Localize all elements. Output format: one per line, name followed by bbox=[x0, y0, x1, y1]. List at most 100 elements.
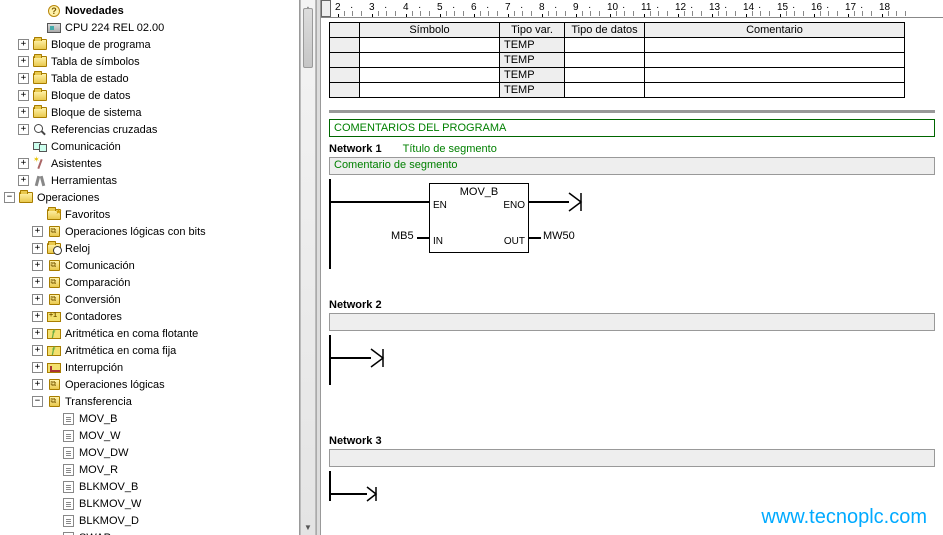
tree-item[interactable]: +Operaciones lógicas con bits bbox=[4, 223, 299, 240]
tree-expander[interactable]: + bbox=[32, 294, 43, 305]
cell-tipo-datos[interactable] bbox=[565, 38, 645, 53]
cell-tipo-var[interactable]: TEMP bbox=[500, 83, 565, 98]
row-header[interactable] bbox=[330, 38, 360, 53]
tree-item[interactable]: SWAP bbox=[4, 529, 299, 535]
tree-expander[interactable]: + bbox=[18, 73, 29, 84]
tree-expander[interactable]: + bbox=[32, 328, 43, 339]
tree-expander[interactable]: − bbox=[4, 192, 15, 203]
tree-expander[interactable]: + bbox=[18, 124, 29, 135]
network-1-ladder[interactable]: MOV_B EN ENO IN OUT MB5 MW50 bbox=[329, 179, 935, 269]
network-2-ladder[interactable] bbox=[329, 335, 935, 385]
table-row[interactable]: TEMP bbox=[330, 68, 905, 83]
tree-item[interactable]: BLKMOV_B bbox=[4, 478, 299, 495]
tree-item[interactable]: MOV_B bbox=[4, 410, 299, 427]
program-comments-header[interactable]: COMENTARIOS DEL PROGRAMA bbox=[329, 119, 935, 137]
cell-comentario[interactable] bbox=[645, 68, 905, 83]
tree-expander[interactable]: + bbox=[32, 311, 43, 322]
tree-expander[interactable]: + bbox=[32, 379, 43, 390]
cell-tipo-var[interactable]: TEMP bbox=[500, 68, 565, 83]
network-1-title[interactable]: Network 1 Título de segmento bbox=[329, 143, 935, 155]
tree-expander[interactable]: + bbox=[32, 362, 43, 373]
cell-comentario[interactable] bbox=[645, 53, 905, 68]
tree-expander[interactable]: + bbox=[32, 226, 43, 237]
tree-item[interactable]: +Herramientas bbox=[4, 172, 299, 189]
row-header[interactable] bbox=[330, 53, 360, 68]
network-1-comment[interactable]: Comentario de segmento bbox=[329, 157, 935, 175]
tree-item[interactable]: +Comunicación bbox=[4, 257, 299, 274]
mov-b-block[interactable]: MOV_B EN ENO IN OUT bbox=[429, 183, 529, 253]
scroll-thumb[interactable] bbox=[303, 8, 313, 68]
tree-item[interactable]: BLKMOV_W bbox=[4, 495, 299, 512]
network-2-title[interactable]: Network 2 bbox=[329, 299, 935, 311]
variable-table[interactable]: Símbolo Tipo var. Tipo de datos Comentar… bbox=[329, 22, 905, 98]
cell-simbolo[interactable] bbox=[360, 53, 500, 68]
table-row[interactable]: TEMP bbox=[330, 83, 905, 98]
tree-item[interactable]: −Transferencia bbox=[4, 393, 299, 410]
tree-item[interactable]: +Comparación bbox=[4, 274, 299, 291]
tree-item[interactable]: +Tabla de estado bbox=[4, 70, 299, 87]
tree-item[interactable]: +Reloj bbox=[4, 240, 299, 257]
cell-simbolo[interactable] bbox=[360, 83, 500, 98]
table-row[interactable]: TEMP bbox=[330, 53, 905, 68]
tree-expander[interactable]: + bbox=[18, 90, 29, 101]
col-tipo-datos[interactable]: Tipo de datos bbox=[565, 23, 645, 38]
tree-expander[interactable]: + bbox=[32, 277, 43, 288]
row-header[interactable] bbox=[330, 83, 360, 98]
tree-expander[interactable]: + bbox=[18, 175, 29, 186]
tree-item[interactable]: MOV_W bbox=[4, 427, 299, 444]
cell-comentario[interactable] bbox=[645, 83, 905, 98]
arg-out[interactable]: MW50 bbox=[543, 230, 575, 242]
network-1-segtitle[interactable]: Título de segmento bbox=[403, 143, 497, 155]
cell-tipo-datos[interactable] bbox=[565, 83, 645, 98]
tree-item[interactable]: CPU 224 REL 02.00 bbox=[4, 19, 299, 36]
tree-item[interactable]: −Operaciones bbox=[4, 189, 299, 206]
tree-item[interactable]: ?Novedades bbox=[4, 2, 299, 19]
tree-expander[interactable]: + bbox=[32, 243, 43, 254]
tree-item[interactable]: +Asistentes bbox=[4, 155, 299, 172]
horizontal-ruler: 2·3·4·5·6·7·8·9·10·11·12·13·14·15·16·17·… bbox=[321, 0, 943, 18]
row-header[interactable] bbox=[330, 68, 360, 83]
tree-expander[interactable]: − bbox=[32, 396, 43, 407]
col-tipo-var[interactable]: Tipo var. bbox=[500, 23, 565, 38]
network-3-comment[interactable] bbox=[329, 449, 935, 467]
network-3-ladder[interactable] bbox=[329, 471, 935, 501]
tree-item[interactable]: +Contadores bbox=[4, 308, 299, 325]
col-simbolo[interactable]: Símbolo bbox=[360, 23, 500, 38]
tree-item[interactable]: Favoritos bbox=[4, 206, 299, 223]
tree-item[interactable]: +Aritmética en coma flotante bbox=[4, 325, 299, 342]
cell-tipo-var[interactable]: TEMP bbox=[500, 53, 565, 68]
tree-item[interactable]: +Bloque de sistema bbox=[4, 104, 299, 121]
tree-expander[interactable]: + bbox=[18, 56, 29, 67]
cell-simbolo[interactable] bbox=[360, 38, 500, 53]
tree-expander[interactable]: + bbox=[18, 107, 29, 118]
network-2-comment[interactable] bbox=[329, 313, 935, 331]
table-row[interactable]: TEMP bbox=[330, 38, 905, 53]
tree-item[interactable]: +Tabla de símbolos bbox=[4, 53, 299, 70]
tree-item[interactable]: +Referencias cruzadas bbox=[4, 121, 299, 138]
tree-item[interactable]: MOV_DW bbox=[4, 444, 299, 461]
cell-tipo-datos[interactable] bbox=[565, 68, 645, 83]
arg-in[interactable]: MB5 bbox=[391, 230, 414, 242]
cell-tipo-var[interactable]: TEMP bbox=[500, 38, 565, 53]
col-comentario[interactable]: Comentario bbox=[645, 23, 905, 38]
tree-item[interactable]: +Operaciones lógicas bbox=[4, 376, 299, 393]
cell-tipo-datos[interactable] bbox=[565, 53, 645, 68]
tree-expander[interactable]: + bbox=[18, 158, 29, 169]
tree-item[interactable]: MOV_R bbox=[4, 461, 299, 478]
tree-item[interactable]: +Bloque de programa bbox=[4, 36, 299, 53]
project-tree[interactable]: ?NovedadesCPU 224 REL 02.00+Bloque de pr… bbox=[0, 0, 300, 535]
tree-item[interactable]: +Interrupción bbox=[4, 359, 299, 376]
tree-item[interactable]: Comunicación bbox=[4, 138, 299, 155]
tree-expander[interactable]: + bbox=[18, 39, 29, 50]
cell-comentario[interactable] bbox=[645, 38, 905, 53]
scroll-down-icon[interactable]: ▼ bbox=[301, 519, 315, 535]
tree-item[interactable]: BLKMOV_D bbox=[4, 512, 299, 529]
tree-expander[interactable]: + bbox=[32, 260, 43, 271]
tree-item[interactable]: +Conversión bbox=[4, 291, 299, 308]
network-3-title[interactable]: Network 3 bbox=[329, 435, 935, 447]
tree-expander[interactable]: + bbox=[32, 345, 43, 356]
cell-simbolo[interactable] bbox=[360, 68, 500, 83]
tree-item[interactable]: +Bloque de datos bbox=[4, 87, 299, 104]
tree-item[interactable]: +Aritmética en coma fija bbox=[4, 342, 299, 359]
tree-scrollbar[interactable]: ▲ ▼ bbox=[300, 0, 316, 535]
